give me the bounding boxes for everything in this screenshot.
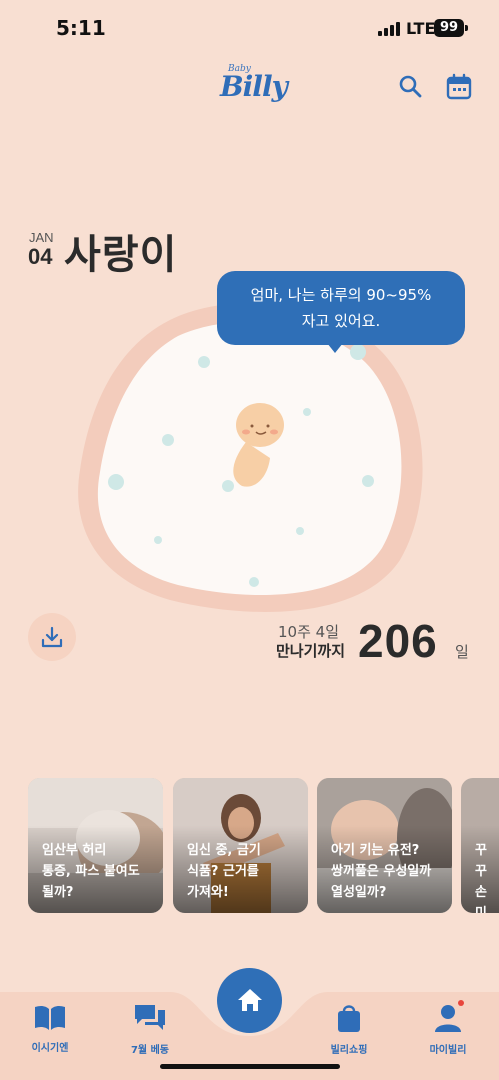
card-title: 임신 중, 금기 식품? 근거를 가져와! (187, 843, 261, 900)
article-card-forbidden-food[interactable]: 임신 중, 금기 식품? 근거를 가져와! (173, 778, 308, 913)
nav-label: 7월 베동 (130, 1045, 170, 1056)
billy-logo: Baby Billy (220, 64, 288, 110)
shopping-bag-icon (338, 1005, 360, 1032)
countdown-days: 206 (358, 615, 438, 667)
network-type: LTE (406, 19, 436, 38)
countdown-label: 만나기까지 (276, 642, 346, 660)
home-icon (238, 989, 262, 1011)
card-title: 꾸꾸 손미 (475, 843, 487, 913)
home-indicator (160, 1064, 340, 1069)
battery-cap (465, 25, 468, 31)
nav-label: 빌리쇼핑 (330, 1045, 368, 1056)
book-icon (35, 1005, 65, 1030)
logo-main-text: Billy (220, 70, 288, 103)
calendar-icon (446, 73, 472, 100)
speech-line-2: 자고 있어요. (301, 312, 381, 330)
search-button[interactable] (396, 72, 426, 102)
date-month: JAN (29, 230, 54, 245)
search-icon (399, 75, 422, 98)
nav-item-july-community[interactable]: 7월 베동 (110, 1003, 190, 1056)
nav-item-this-period[interactable]: 이시기엔 (10, 1003, 90, 1054)
status-time: 5:11 (56, 16, 106, 40)
status-bar: 5:11 LTE 99 (0, 0, 499, 56)
card-title: 아기 키는 유전? 쌍꺼풀은 우성일까 열성일까? (331, 843, 432, 900)
download-button[interactable] (28, 613, 76, 661)
battery-icon: 99 (434, 19, 464, 37)
card-title: 임산부 허리 통증, 파스 붙여도 될까? (42, 843, 140, 900)
notification-badge (458, 1000, 464, 1006)
nav-label: 이시기엔 (31, 1043, 69, 1054)
download-icon (41, 626, 63, 648)
article-card-back-pain[interactable]: 임산부 허리 통증, 파스 붙여도 될까? (28, 778, 163, 913)
chat-icon (135, 1005, 165, 1030)
person-icon (435, 1005, 461, 1032)
date-day: 04 (28, 244, 53, 269)
speech-line-1: 엄마, 나는 하루의 90~95% (250, 286, 432, 304)
speech-bubble: 엄마, 나는 하루의 90~95% 자고 있어요. (217, 271, 465, 345)
pregnancy-week: 10주 4일 (278, 623, 339, 641)
nav-item-shopping[interactable]: 빌리쇼핑 (309, 1003, 389, 1056)
baby-name: 사랑이 (64, 232, 178, 278)
speech-bubble-tail (327, 343, 343, 353)
article-card-partial[interactable]: 꾸꾸 손미 (461, 778, 499, 913)
signal-icon (378, 22, 400, 36)
nav-item-my-billy[interactable]: 마이빌리 (408, 1003, 488, 1056)
countdown-unit: 일 (455, 643, 469, 661)
nav-label: 마이빌리 (429, 1045, 467, 1056)
article-card-baby-height[interactable]: 아기 키는 유전? 쌍꺼풀은 우성일까 열성일까? (317, 778, 452, 913)
calendar-button[interactable] (444, 72, 474, 102)
home-button[interactable] (217, 968, 282, 1033)
